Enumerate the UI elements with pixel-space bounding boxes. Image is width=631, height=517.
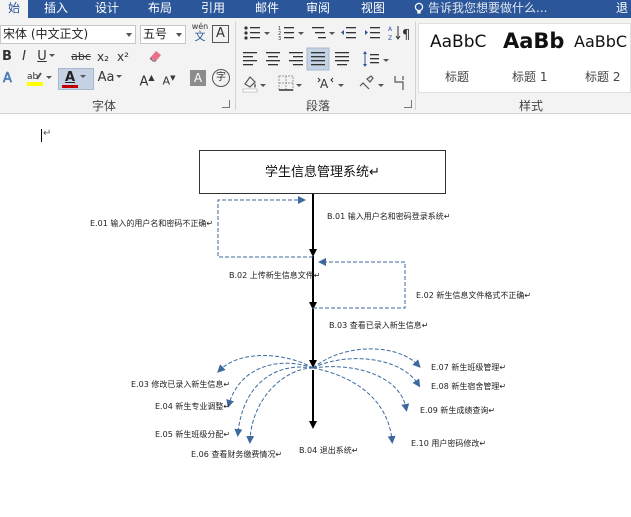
branch-arrows (217, 348, 421, 444)
label-b04: B.04 退出系统↵ (299, 446, 359, 455)
label-e08: E.08 新生宿舍管理↵ (431, 382, 507, 391)
label-e04: E.04 新生专业调整↵ (155, 402, 231, 411)
label-e05: E.05 新生班级分配↵ (155, 430, 231, 439)
label-b02: B.02 上传新生信息文件↵ (229, 271, 321, 280)
branch-e08 (312, 358, 421, 388)
label-e10: E.10 用户密码修改↵ (411, 439, 487, 448)
branch-e07 (312, 348, 421, 369)
branch-e10 (312, 367, 396, 444)
label-e03: E.03 修改已录入新生信息↵ (131, 380, 231, 389)
word-window: 始 插入 设计 布局 引用 邮件 审阅 视图 告诉我您想要做什么... 退 宋体… (0, 0, 631, 517)
label-e06: E.06 查看财务缴费情况↵ (191, 450, 283, 459)
flowchart-canvas (217, 194, 421, 444)
label-e01: E.01 输入的用户名和密码不正确↵ (90, 219, 214, 228)
label-e02: E.02 新生信息文件格式不正确↵ (416, 291, 532, 300)
branch-e05 (234, 366, 314, 437)
system-title-box: 学生信息管理系统↵ (199, 150, 446, 194)
loop-e02 (313, 258, 406, 309)
label-b01: B.01 输入用户名和密码登录系统↵ (327, 212, 451, 221)
label-e09: E.09 新生成绩查询↵ (420, 406, 496, 415)
label-b03: B.03 查看已录入新生信息↵ (329, 321, 429, 330)
branch-e03 (217, 355, 314, 373)
branch-e09 (312, 366, 410, 412)
label-e07: E.07 新生班级管理↵ (431, 363, 507, 372)
branch-e06 (246, 367, 314, 444)
loop-e01 (217, 196, 313, 258)
branch-e04 (226, 362, 314, 408)
